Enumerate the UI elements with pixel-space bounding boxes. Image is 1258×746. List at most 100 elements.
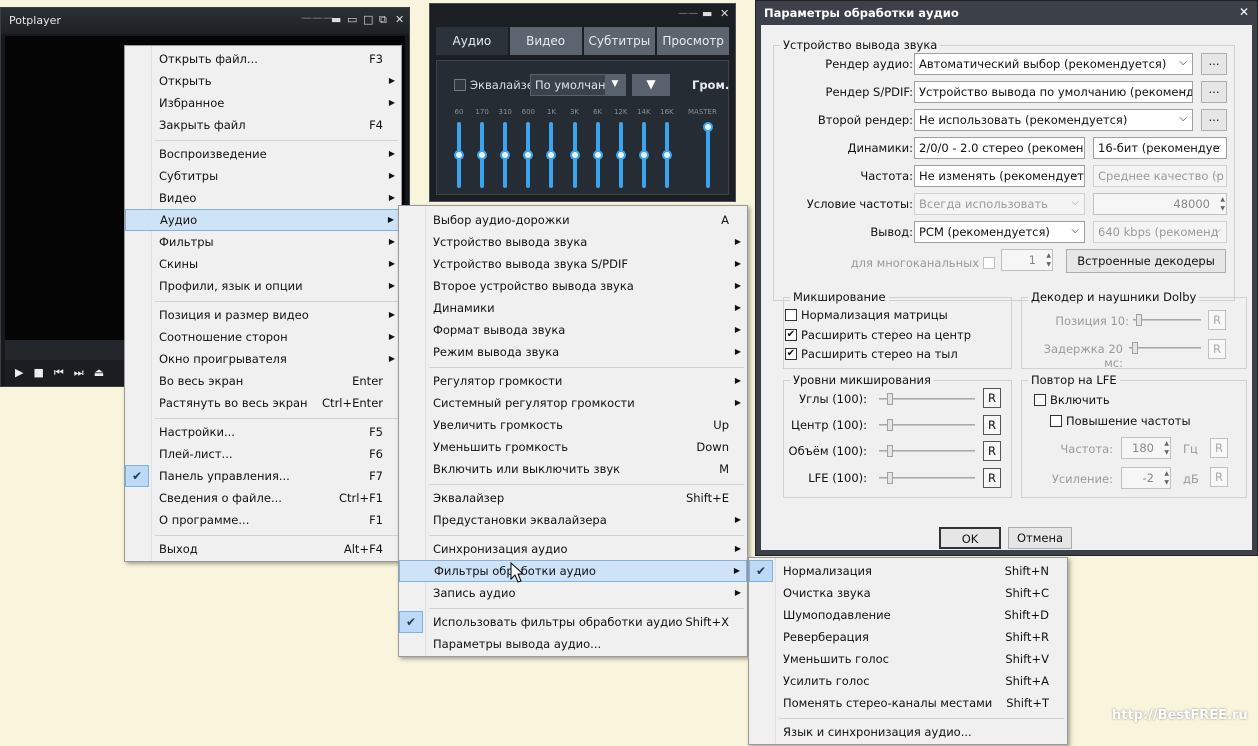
multichannel-spinner[interactable]: 1 ▲ ▼ [1001, 249, 1053, 271]
center-reset[interactable]: R [983, 415, 1001, 435]
eq-band-slider[interactable] [661, 122, 672, 188]
eq-band-knob[interactable] [569, 150, 580, 160]
menu-item[interactable]: Шумоподавление Shift+D [749, 604, 1067, 626]
menu-item[interactable]: Соотношение сторон ▶ [125, 326, 401, 348]
eq-band-slider[interactable] [546, 122, 557, 188]
eq-band-slider[interactable] [638, 122, 649, 188]
menu-item[interactable]: Регулятор громкости ▶ [399, 370, 747, 392]
render-browse-button[interactable]: ... [1201, 53, 1227, 75]
center-thumb[interactable] [887, 419, 893, 431]
lfe-boost-checkbox[interactable] [1050, 415, 1062, 427]
stop-icon[interactable]: ■ [33, 366, 43, 379]
menu-item[interactable]: ✔ Нормализация Shift+N [749, 560, 1067, 582]
corners-reset[interactable]: R [983, 388, 1001, 408]
menu-item[interactable]: Динамики ▶ [399, 297, 747, 319]
multichannel-checkbox[interactable] [983, 257, 995, 269]
menu-item[interactable]: Воспроизведение ▶ [125, 143, 401, 165]
panel-close-icon[interactable]: ✕ [720, 7, 729, 20]
dolby-position-thumb[interactable] [1136, 314, 1142, 326]
menu-item[interactable]: ✔ Использовать фильтры обработки аудио Shi… [399, 611, 747, 633]
eq-band-slider[interactable] [523, 122, 534, 188]
dolby-delay-reset[interactable]: R [1208, 339, 1226, 359]
lfe-level-track[interactable] [879, 477, 975, 479]
menu-item[interactable]: Предустановки эквалайзера ▶ [399, 509, 747, 531]
eq-band-knob[interactable] [638, 150, 649, 160]
preset-menu-icon[interactable]: ▼ [632, 74, 670, 96]
menu-item[interactable]: Параметры вывода аудио... [399, 633, 747, 655]
menu-item[interactable]: Выбор аудио-дорожки A [399, 209, 747, 231]
tab-video[interactable]: Видео [509, 27, 582, 55]
menu-item[interactable]: Фильтры обработки аудио ▶ [399, 560, 747, 582]
menu-item[interactable]: Реверберация Shift+R [749, 626, 1067, 648]
menu-item[interactable]: Избранное ▶ [125, 92, 401, 114]
equalizer-checkbox[interactable] [454, 79, 466, 91]
cancel-button[interactable]: Отмена [1008, 527, 1072, 549]
menu-item[interactable]: Устройство вывода звука ▶ [399, 231, 747, 253]
menu-item[interactable]: Сведения о файле... Ctrl+F1 [125, 487, 401, 509]
close-icon[interactable]: ✕ [395, 13, 404, 26]
eject-icon[interactable]: ⏏ [94, 366, 104, 379]
menu-item[interactable]: Устройство вывода звука S/PDIF ▶ [399, 253, 747, 275]
lfe-freq-reset[interactable]: R [1210, 438, 1228, 458]
menu-item[interactable]: Профили, язык и опции ▶ [125, 275, 401, 297]
eq-band-knob[interactable] [454, 150, 464, 160]
dolby-position-reset[interactable]: R [1208, 310, 1226, 330]
menu-item[interactable]: Фильтры ▶ [125, 231, 401, 253]
dolby-delay-track[interactable] [1129, 347, 1201, 349]
menu-item[interactable]: Усилить голос Shift+A [749, 670, 1067, 692]
lfe-enable-checkbox[interactable] [1034, 394, 1046, 406]
master-volume-slider[interactable] [703, 122, 713, 188]
corners-track[interactable] [879, 398, 975, 400]
menu-item[interactable]: Очистка звука Shift+C [749, 582, 1067, 604]
expand-center-checkbox[interactable]: ✔ [785, 329, 797, 341]
menu-item[interactable]: Второе устройство вывода звука ▶ [399, 275, 747, 297]
speakers-select[interactable]: 2/0/0 - 2.0 стерео (рекомен ⌵ [914, 137, 1085, 159]
menu-item[interactable]: Включить или выключить звук M [399, 458, 747, 480]
panel-minimize-icon[interactable]: ▬ [702, 7, 712, 20]
menu-item[interactable]: Окно проигрывателя ▶ [125, 348, 401, 370]
restore-icon[interactable]: ⧉ [379, 13, 387, 27]
menu-item[interactable]: Настройки... F5 [125, 421, 401, 443]
volume-level-track[interactable] [879, 450, 975, 452]
menu-item[interactable]: Запись аудио ▶ [399, 582, 747, 604]
eq-band-slider[interactable] [592, 122, 603, 188]
prev-icon[interactable]: ⏮ [54, 366, 64, 380]
bitrate-select[interactable]: 640 kbps (рекоменд ⌵ [1093, 221, 1227, 243]
eq-band-knob[interactable] [661, 150, 672, 160]
eq-band-knob[interactable] [615, 150, 626, 160]
pin-icon[interactable]: ——— [301, 11, 334, 24]
lfe-freq-spinner[interactable]: 180 ▲ ▼ [1121, 437, 1171, 459]
quality-select[interactable]: Среднее качество (р ⌵ [1093, 165, 1227, 187]
spdif-browse-button[interactable]: ... [1201, 81, 1227, 103]
tab-audio[interactable]: Аудио [436, 27, 508, 55]
menu-item[interactable]: Язык и синхронизация аудио... [749, 721, 1067, 743]
menu-item[interactable]: Аудио ▶ [125, 209, 401, 231]
play-icon[interactable]: ▶ [15, 366, 23, 379]
ok-button[interactable]: OK [939, 527, 1001, 549]
menu-item[interactable]: Выход Alt+F4 [125, 538, 401, 560]
spdif-select[interactable]: Устройство вывода по умолчанию (рекоменд… [914, 81, 1193, 103]
corners-thumb[interactable] [887, 393, 893, 405]
render-select[interactable]: Автоматический выбор (рекомендуется) ⌵ [914, 53, 1193, 75]
tab-subtitles[interactable]: Субтитры [583, 27, 656, 55]
eq-band-slider[interactable] [500, 122, 511, 188]
menu-item[interactable]: Растянуть во весь экран Ctrl+Enter [125, 392, 401, 414]
eq-band-slider[interactable] [454, 122, 464, 188]
output-select[interactable]: PCM (рекомендуется) ⌵ [914, 221, 1085, 243]
eq-band-slider[interactable] [615, 122, 626, 188]
freq-condition-select[interactable]: Всегда использовать ⌵ [914, 193, 1085, 215]
menu-item[interactable]: Субтитры ▶ [125, 165, 401, 187]
minimize-icon[interactable]: ▬ [331, 13, 341, 26]
panel-pin-icon[interactable]: —— [678, 8, 698, 19]
menu-item[interactable]: Открыть файл... F3 [125, 48, 401, 70]
matrix-normalize-checkbox[interactable] [785, 309, 797, 321]
lfe-level-reset[interactable]: R [983, 468, 1001, 488]
menu-item[interactable]: Закрыть файл F4 [125, 114, 401, 136]
next-icon[interactable]: ⏭ [74, 366, 84, 380]
menu-item[interactable]: Режим вывода звука ▶ [399, 341, 747, 363]
menu-item[interactable]: Открыть ▶ [125, 70, 401, 92]
frequency-select[interactable]: Не изменять (рекомендуется ⌵ [914, 165, 1085, 187]
second-browse-button[interactable]: ... [1201, 109, 1227, 131]
lfe-level-thumb[interactable] [887, 472, 893, 484]
dolby-position-track[interactable] [1133, 319, 1201, 321]
